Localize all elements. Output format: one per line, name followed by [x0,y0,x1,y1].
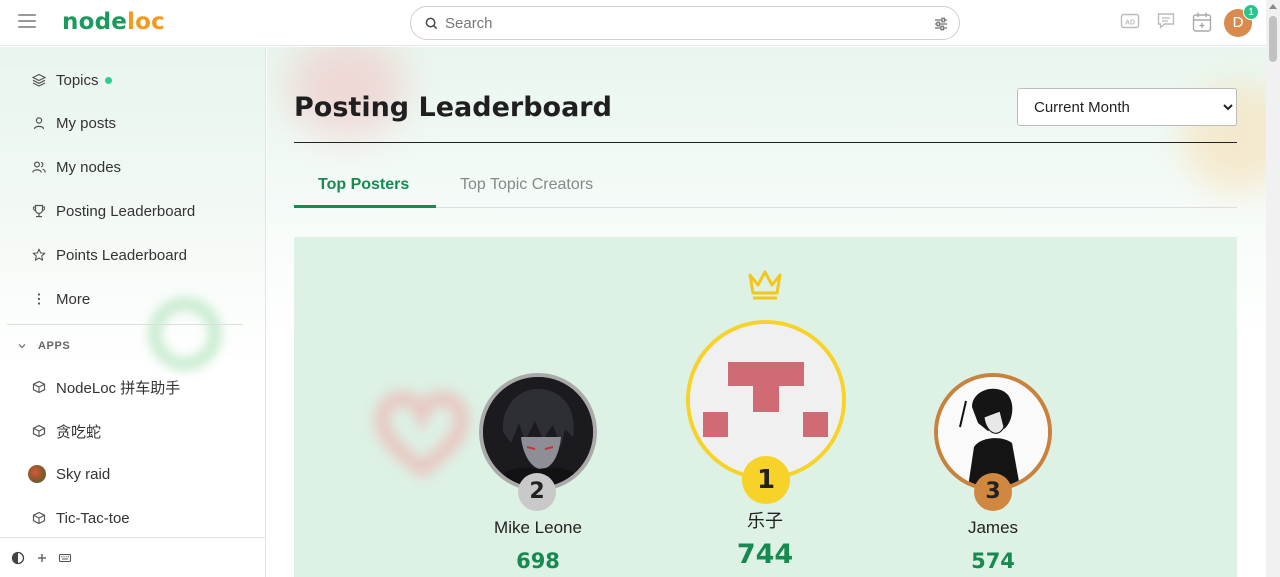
sidebar-item-label: My posts [56,114,117,132]
podium-username-2[interactable]: Mike Leone [438,518,638,538]
cube-icon [32,424,46,438]
plus-icon[interactable] [35,551,49,565]
sidebar-item-my-nodes[interactable]: My nodes [32,155,121,179]
tab-top-posters[interactable]: Top Posters [318,176,409,194]
search-icon [425,17,438,30]
sidebar-item-more[interactable]: More [32,287,90,311]
podium-count-2: 698 [516,549,560,573]
sidebar-item-label: Sky raid [56,465,111,483]
sidebar-item-label: 贪吃蛇 [56,423,102,441]
user-icon [33,117,45,130]
podium-username-3[interactable]: James [893,518,1093,538]
calendar-icon[interactable] [1192,11,1212,33]
active-tab-indicator [294,205,436,208]
sidebar-item-label: Topics [56,71,99,89]
decorative-blob [148,297,222,371]
sidebar-item-posting-leaderboard[interactable]: Posting Leaderboard [32,199,195,223]
top-header: nodeloc AD D 1 [0,0,1266,46]
sky-raid-image [28,465,46,483]
sidebar-app-sky-raid[interactable]: Sky raid [28,462,111,486]
search-input[interactable] [445,11,925,35]
more-vertical-icon [37,293,41,305]
sidebar-item-label: NodeLoc 拼车助手 [56,379,181,397]
cube-icon [32,380,46,394]
sidebar-item-label: Points Leaderboard [56,246,187,264]
rank-badge-1: 1 [742,456,790,504]
trophy-icon [32,204,46,218]
crown-icon [748,270,782,300]
chevron-down-icon [18,344,26,349]
svg-text:AD: AD [1125,20,1135,27]
sidebar-item-topics[interactable]: Topics [32,68,112,92]
site-logo[interactable]: nodeloc [62,9,165,35]
sidebar-item-label: My nodes [56,158,122,176]
rank-badge-3: 3 [974,473,1012,511]
sidebar-item-label: Tic-Tac-toe [56,509,130,527]
sidebar-app-snake[interactable]: 贪吃蛇 [32,419,101,443]
theme-toggle-icon[interactable] [11,551,25,565]
sidebar-item-label: Posting Leaderboard [56,202,196,220]
title-divider [294,142,1237,143]
main-content: Posting Leaderboard Current Month Top Po… [267,47,1266,577]
cube-icon [32,511,46,525]
search-bar[interactable] [410,6,960,40]
podium-count-1: 744 [736,539,794,570]
apps-heading: APPS [38,340,71,352]
decorative-heart [374,390,470,477]
scrollbar-thumb[interactable] [1269,16,1277,62]
sidebar-divider [7,324,243,325]
sidebar-footer [0,537,265,577]
avatar-image [690,324,842,476]
period-select[interactable]: Current Month [1017,88,1237,126]
leaderboard-podium: 2 Mike Leone 698 1 乐子 744 3 James 574 [294,237,1237,577]
sidebar-app-tic-tac-toe[interactable]: Tic-Tac-toe [32,506,130,530]
scroll-up-arrow-icon[interactable] [1269,4,1277,9]
podium-count-3: 574 [971,549,1015,573]
avatar-image [938,377,1048,487]
page-scrollbar[interactable] [1266,0,1280,577]
avatar-image [483,377,593,487]
filter-settings-icon[interactable] [933,16,949,32]
users-icon [32,161,46,173]
sidebar-app-nodeloc-carpool[interactable]: NodeLoc 拼车助手 [32,375,180,399]
rank-badge-2: 2 [518,473,556,511]
ad-icon[interactable]: AD [1120,11,1140,31]
sidebar-item-label: More [56,290,91,308]
notification-badge[interactable]: 1 [1243,4,1259,20]
page-title: Posting Leaderboard [294,92,612,123]
chat-icon[interactable] [1156,11,1176,31]
podium-username-1[interactable]: 乐子 [665,507,865,533]
new-activity-dot [104,76,112,84]
sidebar-item-points-leaderboard[interactable]: Points Leaderboard [32,243,187,267]
sidebar: Topics My posts My nodes Posting Leaderb… [0,47,266,577]
sidebar-item-my-posts[interactable]: My posts [32,111,116,135]
keyboard-icon[interactable] [58,551,72,565]
layers-icon [32,73,46,87]
tab-top-topic-creators[interactable]: Top Topic Creators [460,176,593,194]
apps-section-header[interactable]: APPS [17,340,70,352]
menu-icon[interactable] [18,14,36,30]
star-icon [32,248,46,261]
